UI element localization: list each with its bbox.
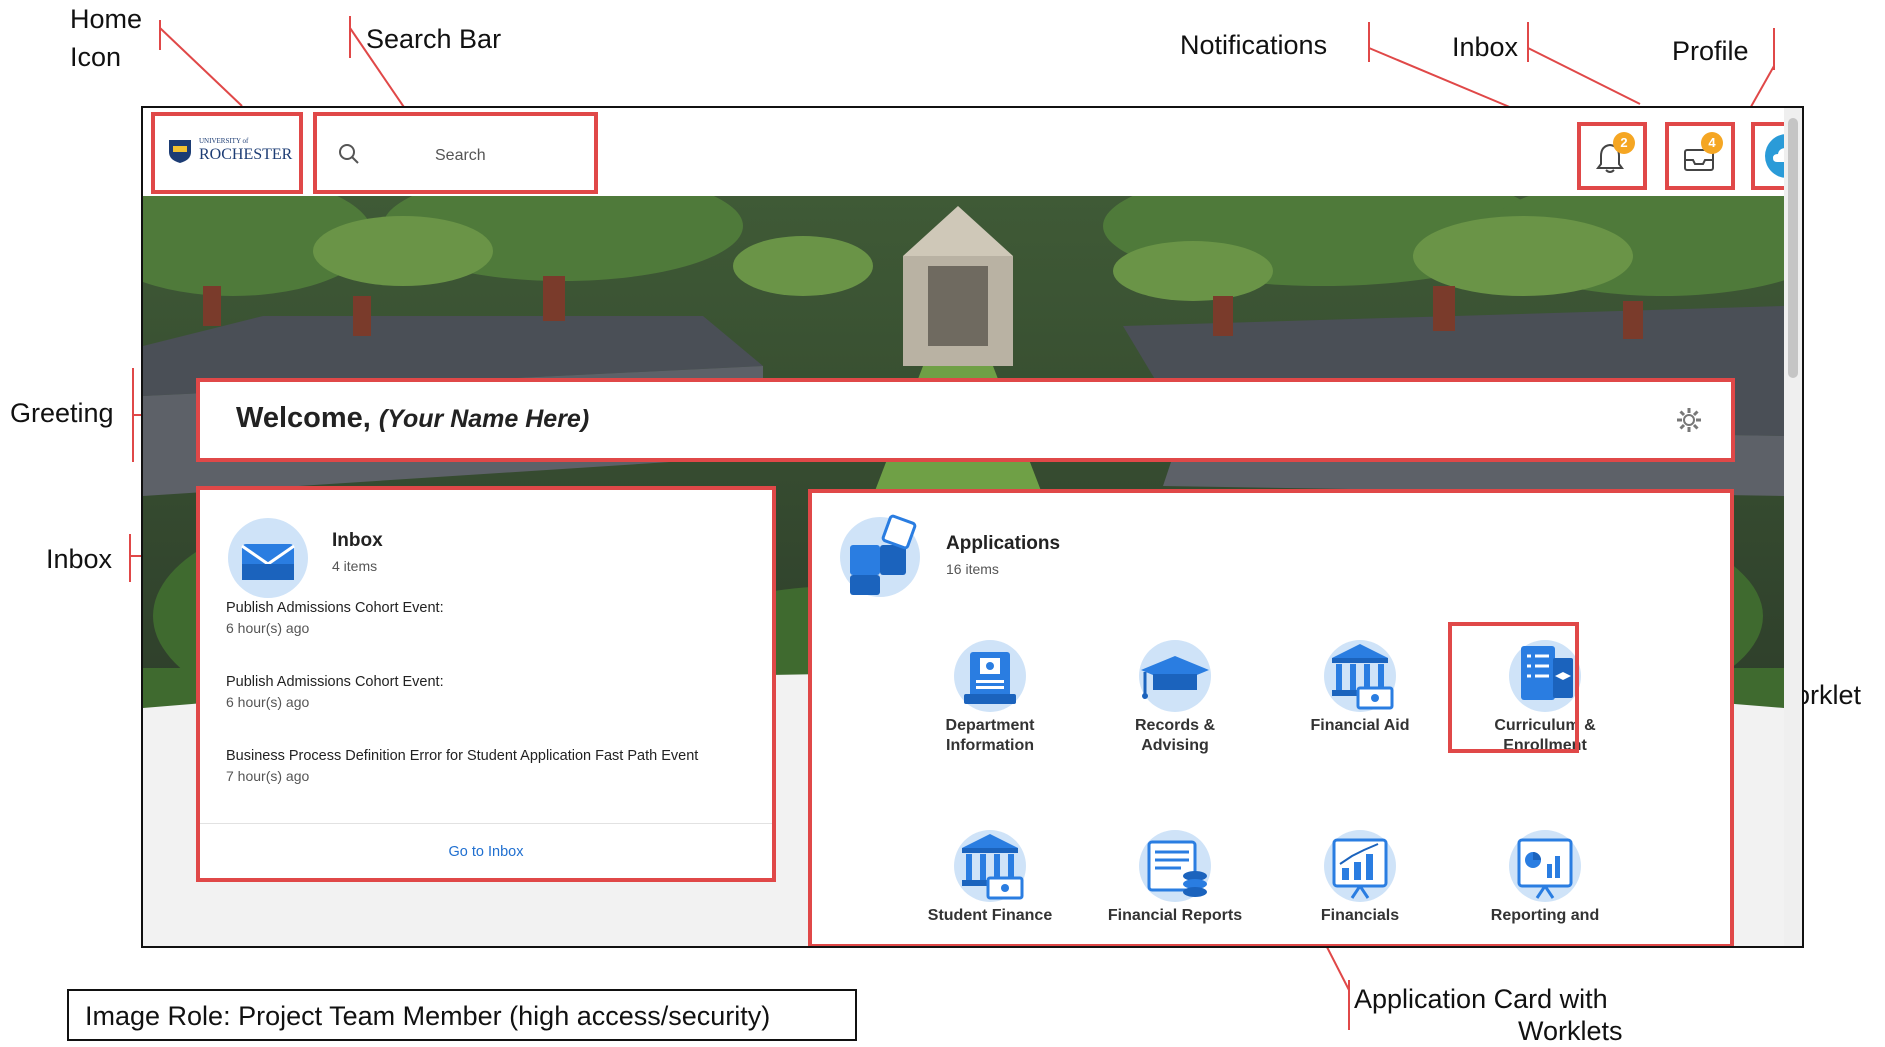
notification-badge: 2: [1613, 132, 1635, 154]
role-note: Image Role: Project Team Member (high ac…: [85, 1001, 771, 1031]
role-note-box: Image Role: Project Team Member (high ac…: [67, 989, 857, 1041]
callout-search-bar: Search Bar: [366, 24, 502, 54]
callout-notifications: Notifications: [1180, 30, 1328, 60]
inbox-button[interactable]: 4: [1673, 128, 1727, 184]
callout-greeting: Greeting: [10, 398, 114, 428]
callout-profile: Profile: [1672, 36, 1749, 66]
search-placeholder: Search: [435, 147, 486, 164]
callout-app-card-line2: Worklets: [1518, 1016, 1623, 1046]
search-icon: [339, 144, 359, 164]
home-logo[interactable]: UNIVERSITY of ROCHESTER: [167, 132, 297, 172]
callout-inbox-left: Inbox: [46, 544, 113, 574]
inbox-badge: 4: [1701, 132, 1723, 154]
scrollbar-thumb[interactable]: [1788, 118, 1798, 378]
workday-screenshot: UNIVERSITY of ROCHESTER Search 2 4 Welco…: [141, 106, 1804, 948]
annotation-box-worklet: [1448, 622, 1579, 753]
logo-main-text: ROCHESTER: [199, 146, 293, 163]
callout-home-icon-line2: Icon: [70, 42, 122, 72]
top-header: UNIVERSITY of ROCHESTER Search 2 4: [143, 108, 1802, 196]
notifications-button[interactable]: 2: [1585, 128, 1639, 184]
annotation-box-greeting: [196, 378, 1735, 462]
callout-inbox-top: Inbox: [1452, 32, 1519, 62]
callout-home-icon-line1: Home: [70, 4, 143, 34]
university-shield-icon: [169, 140, 191, 163]
annotation-box-applications: [808, 489, 1734, 946]
scrollbar[interactable]: [1784, 108, 1802, 946]
callout-app-card-line1: Application Card with: [1354, 984, 1608, 1014]
annotation-box-inbox-card: [196, 486, 776, 882]
logo-small-text: UNIVERSITY of: [199, 137, 249, 145]
